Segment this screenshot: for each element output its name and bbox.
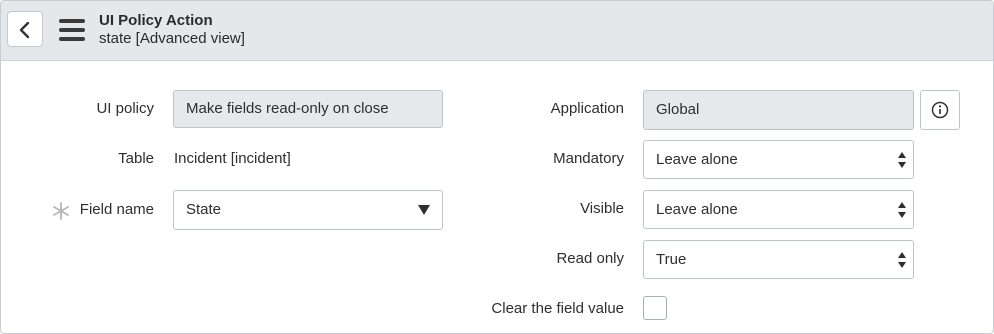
visible-select[interactable]: Leave alone	[643, 190, 914, 229]
field-name-label: Field name	[79, 201, 154, 218]
table-value: Incident [incident]	[174, 150, 291, 167]
info-button[interactable]	[920, 90, 960, 130]
mandatory-select[interactable]: Leave alone	[643, 140, 914, 179]
read-only-value: True	[656, 251, 687, 268]
clear-value-label: Clear the field value	[491, 300, 624, 317]
page-subtitle: state [Advanced view]	[99, 30, 245, 47]
ui-policy-label: UI policy	[96, 100, 154, 117]
visible-label: Visible	[580, 200, 624, 217]
asterisk-icon	[53, 202, 69, 220]
hamburger-menu-icon[interactable]	[59, 19, 85, 41]
application-label: Application	[550, 100, 624, 117]
form-header: UI Policy Action state [Advanced view]	[1, 1, 993, 61]
info-icon	[931, 101, 949, 119]
field-name-select[interactable]: State	[173, 190, 443, 230]
back-button[interactable]	[7, 11, 43, 47]
field-name-value: State	[186, 201, 222, 218]
mandatory-label: Mandatory	[553, 150, 624, 167]
page-title: UI Policy Action	[99, 12, 213, 29]
application-field[interactable]: Global	[643, 90, 914, 130]
read-only-label: Read only	[556, 250, 624, 267]
ui-policy-field[interactable]: Make fields read-only on close	[173, 90, 443, 128]
select-arrows-icon	[898, 202, 906, 218]
visible-value: Leave alone	[656, 201, 738, 218]
select-arrows-icon	[898, 152, 906, 168]
read-only-select[interactable]: True	[643, 240, 914, 279]
caret-down-icon	[418, 205, 430, 215]
select-arrows-icon	[898, 252, 906, 268]
chevron-left-icon	[19, 21, 30, 39]
form-frame: UI Policy Action state [Advanced view] U…	[0, 0, 994, 334]
clear-value-checkbox[interactable]	[643, 296, 667, 320]
mandatory-value: Leave alone	[656, 151, 738, 168]
table-label: Table	[118, 150, 154, 167]
